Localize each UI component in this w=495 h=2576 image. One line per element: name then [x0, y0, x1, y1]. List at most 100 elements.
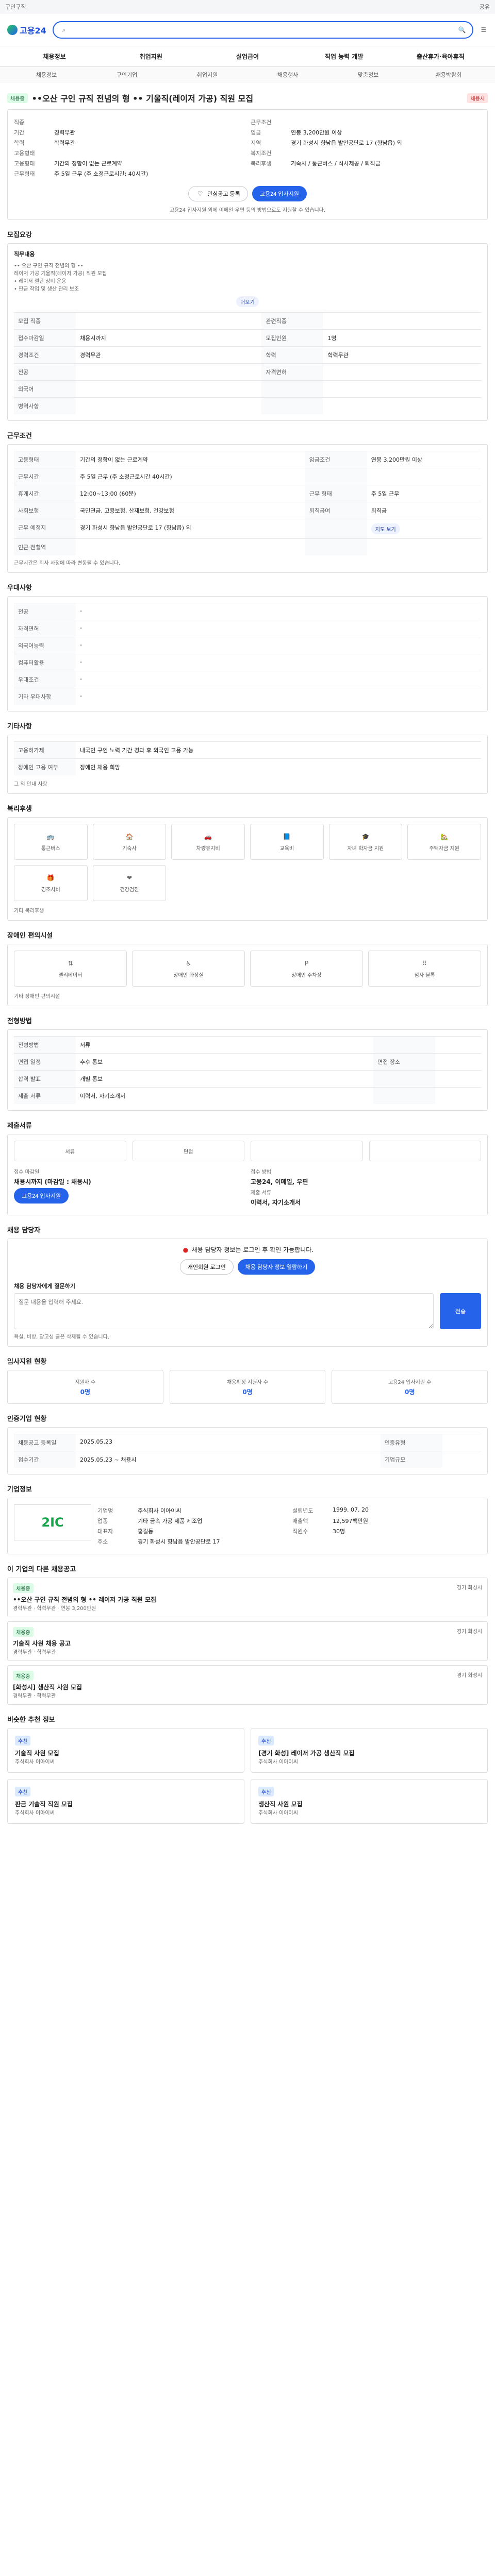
table-row: 휴게시간 12:00~13:00 (60분) 근무 형태 주 5일 근무	[14, 485, 481, 502]
menu-icon[interactable]: ☰	[480, 26, 488, 34]
site-header: 고용24 ⌕ 🔍 ☰	[0, 13, 495, 46]
similar-item[interactable]: 추천 기술직 사원 모집 주식회사 이아이씨	[7, 1728, 244, 1773]
page: 구인구직 공유 고용24 ⌕ 🔍 ☰ 채용정보 취업지원 실업급여 직업 능력 …	[0, 0, 495, 1841]
nav-item-support[interactable]: 취업지원	[103, 52, 199, 61]
apply-deadline: 접수 마감일 채용시까지 (마감일 : 채용시) 고용24 입사지원	[14, 1167, 244, 1209]
nav-item-jobs[interactable]: 채용정보	[6, 52, 103, 61]
document-step: 면접	[132, 1141, 244, 1161]
recruit-line: • 판금 작업 및 생산 관리 보조	[14, 286, 79, 292]
login-button[interactable]: 개인회원 로그인	[179, 1259, 234, 1275]
summary-key: 직종	[14, 119, 25, 126]
list-item[interactable]: 채용중 기술직 사원 채용 공고 경력무관 · 학력무관 경기 화성시	[7, 1621, 488, 1661]
document-step	[251, 1141, 363, 1161]
summary-value: 학력무관	[54, 140, 75, 146]
benefits-note: 기타 복리후생	[14, 908, 44, 914]
table-row: 외국어	[14, 380, 481, 398]
table-row: 근무 예정지 경기 화성시 향남읍 발안공단로 17 (향남읍) 외 지도 보기	[14, 519, 481, 539]
view-contact-button[interactable]: 채용 담당자 정보 열람하기	[237, 1259, 316, 1275]
subnav-item-companies[interactable]: 구인기업	[87, 71, 167, 79]
subnav-item-events[interactable]: 채용행사	[248, 71, 328, 79]
nav-item-leave[interactable]: 출산휴가·육아휴직	[392, 52, 489, 61]
search-bar: ⌕ 🔍	[52, 21, 473, 39]
table-row: 컴퓨터활용 -	[14, 654, 481, 671]
benefit-item: 🚗 차량유지비	[171, 824, 245, 860]
apply-button[interactable]: 고용24 입사지원	[252, 186, 307, 201]
restroom-icon: ♿	[186, 959, 191, 967]
section-title-history: 인증기업 현황	[7, 1415, 47, 1423]
list-item[interactable]: 채용중 [화성시] 생산직 사원 모집 경력무관 · 학력무관 경기 화성시	[7, 1665, 488, 1705]
other-jobs-list: 채용중 ••오산 구인 규직 전념의 형 •• 레이저 가공 직원 모집 경력무…	[7, 1578, 488, 1705]
top-bar: 구인구직 공유	[0, 0, 495, 13]
summary-key: 학력	[14, 140, 25, 146]
logo-icon	[7, 24, 18, 35]
subnav-item-fair[interactable]: 채용박람회	[408, 71, 489, 79]
similar-item[interactable]: 추천 생산직 사원 모집 주식회사 이아이씨	[251, 1779, 488, 1824]
table-row: 접수마감일 채용시까지 모집인원 1명	[14, 329, 481, 347]
benefit-item: 🎓 자녀 학자금 지원	[328, 824, 403, 860]
table-row: 모집 직종 관련직종	[14, 312, 481, 330]
summary-key: 복지조건	[251, 150, 272, 157]
table-row: 우대조건 -	[14, 671, 481, 688]
recruit-line: •• 오산 구인 규직 전념의 형 ••	[14, 263, 84, 269]
recruit-card: 직무내용 •• 오산 구인 규직 전념의 형 •• 레이저 가공 기울직(레이저…	[7, 243, 488, 421]
like-button[interactable]: ♡ 관심공고 등록	[188, 186, 248, 201]
apply-method: 접수 방법 고용24, 이메일, 우편 제출 서류 이력서, 자기소개서	[251, 1170, 308, 1206]
company-card: 2IC 기업명 주식회사 이아이씨 업종 기타 금속 가공 제품 제조업 대표자 홍길…	[7, 1498, 488, 1554]
recruit-line: 레이저 가공 기울직(레이저 가공) 직원 모집	[14, 271, 107, 277]
map-button[interactable]: 지도 보기	[371, 523, 400, 534]
sub-nav: 채용정보 구인기업 취업지원 채용행사 맞춤정보 채용박람회	[0, 67, 495, 82]
list-item[interactable]: 채용중 ••오산 구인 규직 전념의 형 •• 레이저 가공 직원 모집 경력무…	[7, 1578, 488, 1617]
car-icon: 🚗	[204, 833, 212, 840]
table-row: 고용형태 기간의 정함이 없는 근로계약 임금조건 연봉 3,200만원 이상	[14, 451, 481, 468]
contact-card: ● 채용 담당자 정보는 로그인 후 확인 가능합니다. 개인회원 로그인 채용…	[7, 1239, 488, 1347]
subnav-item-jobs[interactable]: 채용정보	[6, 71, 87, 79]
parking-icon: P	[304, 959, 309, 967]
braille-icon: ⠿	[422, 959, 427, 967]
elevator-icon: ⇅	[68, 959, 73, 967]
top-text: 구인구직	[5, 3, 26, 10]
table-row: 병역사항	[14, 397, 481, 414]
search-submit-icon[interactable]: 🔍	[458, 26, 466, 34]
company-info-right: 설립년도 1999. 07. 20 매출액 12,597백만원 직원수 30명	[292, 1506, 369, 1535]
benefit-item: 🏡 주택자금 지원	[407, 824, 481, 860]
table-row: 제출 서류 이력서, 자기소개서	[14, 1087, 481, 1104]
stat-box: 지원자 수 0명	[7, 1370, 163, 1404]
nav-item-training[interactable]: 직업 능력 개발	[296, 52, 392, 61]
share-button[interactable]: 공유	[480, 3, 490, 11]
nav-item-unemployment[interactable]: 실업급여	[199, 52, 295, 61]
contact-actions: 개인회원 로그인 채용 담당자 정보 열람하기	[14, 1259, 481, 1275]
disability-item: ♿ 장애인 화장실	[132, 951, 245, 987]
stat-box: 고용24 입사지원 수 0명	[332, 1370, 488, 1404]
apply-deadline-button[interactable]: 고용24 입사지원	[14, 1188, 69, 1204]
similar-item[interactable]: 추천 판금 기술직 직원 모집 주식회사 이아이씨	[7, 1779, 244, 1824]
subnav-item-support[interactable]: 취업지원	[167, 71, 248, 79]
table-row: 채용공고 등록일 2025.05.23 인증유형	[14, 1434, 481, 1451]
history-table: 채용공고 등록일 2025.05.23 인증유형 접수기간 2025.05.23 ~ …	[14, 1434, 481, 1468]
etc-card: 고용허가제 내국인 구인 노력 기간 경과 후 외국인 고용 가능 장애인 고용 …	[7, 735, 488, 794]
subnav-item-custom[interactable]: 맞춤정보	[328, 71, 408, 79]
table-row: 접수기간 2025.05.23 ~ 채용시 기업규모	[14, 1451, 481, 1468]
inquiry-send-button[interactable]: 전송	[440, 1293, 481, 1329]
summary-key: 근무조건	[251, 119, 272, 126]
process-table: 전형방법 서류 면접 일정 추후 통보 면접 장소 합격 발표 개별 통보 제출 서류 이…	[14, 1036, 481, 1104]
alert-icon: ●	[183, 1246, 189, 1253]
table-row: 근무시간 주 5일 근무 (주 소정근로시간 40시간)	[14, 468, 481, 485]
site-logo[interactable]: 고용24	[7, 24, 46, 36]
disability-note: 기타 장애인 편의시설	[14, 994, 60, 999]
inquiry-input[interactable]	[14, 1293, 434, 1329]
recruit-more-button[interactable]: 더보기	[236, 296, 259, 307]
conditions-note: 근무시간은 회사 사정에 따라 변동될 수 있습니다.	[14, 561, 121, 566]
conditions-table: 고용형태 기간의 정함이 없는 근로계약 임금조건 연봉 3,200만원 이상 근무시…	[14, 451, 481, 555]
gift-icon: 🎁	[46, 874, 55, 882]
summary-key: 고용형태	[14, 160, 35, 167]
table-row: 기타 우대사항 -	[14, 688, 481, 705]
company-info-left: 기업명 주식회사 이아이씨 업종 기타 금속 가공 제품 제조업 대표자 홍길동 주소…	[97, 1507, 220, 1545]
stat-box: 채용확정 지원자 수 0명	[169, 1370, 326, 1404]
conditions-card: 고용형태 기간의 정함이 없는 근로계약 임금조건 연봉 3,200만원 이상 근무시…	[7, 444, 488, 573]
home-icon: 🏠	[125, 833, 134, 840]
job-title-row: 채용중 ••오산 구인 규직 전념의 형 •• 기울직(레이저 가공) 직원 모…	[7, 92, 488, 104]
table-row: 합격 발표 개별 통보	[14, 1070, 481, 1088]
inquiry-title: 채용 담당자에게 질문하기	[14, 1283, 75, 1290]
search-input[interactable]	[72, 26, 454, 33]
similar-item[interactable]: 추천 [경기 화성] 레이저 가공 생산직 모집 주식회사 이아이씨	[251, 1728, 488, 1773]
